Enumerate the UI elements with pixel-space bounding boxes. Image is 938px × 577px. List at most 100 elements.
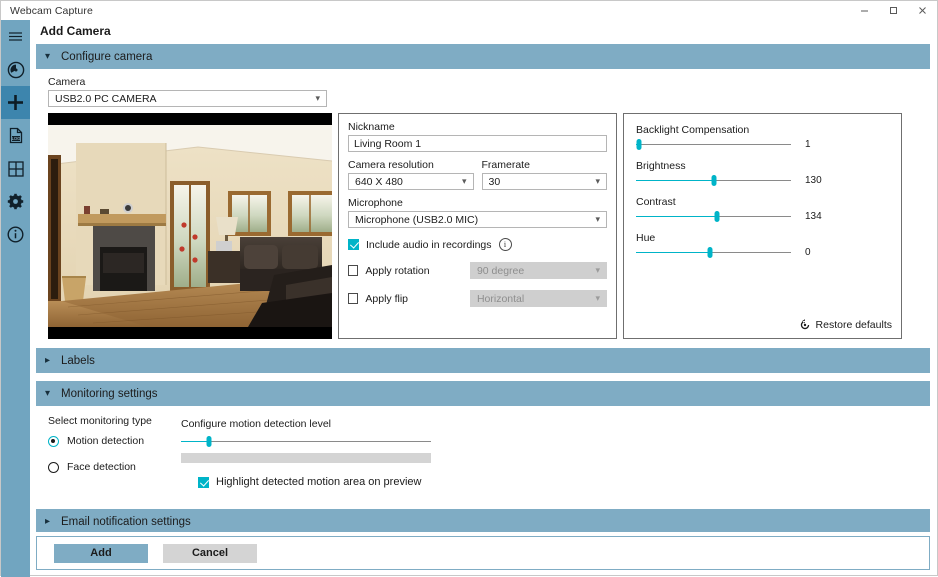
chevron-right-icon: ▸ — [45, 516, 61, 527]
include-audio-checkbox[interactable] — [348, 239, 359, 250]
sidebar-item-menu[interactable] — [1, 20, 30, 53]
face-detection-radio[interactable] — [48, 462, 59, 473]
framerate-label: Framerate — [482, 159, 608, 171]
restore-undo-icon — [799, 319, 816, 331]
camera-details-panel: Nickname Living Room 1 Camera resolution… — [338, 113, 617, 339]
slider-block: Brightness130 — [636, 160, 889, 186]
framerate-select[interactable]: 30 ▾ — [482, 173, 608, 190]
nickname-input[interactable]: Living Room 1 — [348, 135, 607, 152]
sidebar-item-grid[interactable] — [1, 152, 30, 185]
highlight-motion-row[interactable]: Highlight detected motion area on previe… — [198, 476, 431, 488]
resolution-label: Camera resolution — [348, 159, 474, 171]
apply-rotation-row: Apply rotation 90 degree ▾ — [348, 262, 607, 279]
window-controls — [850, 1, 937, 20]
monitoring-type-label: Select monitoring type — [48, 415, 168, 427]
main-area: Add Camera ▾ Configure camera Camera USB… — [30, 20, 937, 575]
slider-value: 1 — [805, 139, 811, 150]
motion-detection-row[interactable]: Motion detection — [48, 435, 168, 447]
slider-block: Contrast134 — [636, 196, 889, 222]
sidebar-item-logs[interactable]: LOG — [1, 119, 30, 152]
highlight-motion-checkbox[interactable] — [198, 477, 209, 488]
rotation-select: 90 degree ▾ — [470, 262, 607, 279]
slider-fill — [181, 441, 209, 442]
microphone-select[interactable]: Microphone (USB2.0 MIC) ▾ — [348, 211, 607, 228]
gear-settings-icon — [7, 193, 24, 210]
microphone-value: Microphone (USB2.0 MIC) — [355, 214, 595, 226]
slider-control[interactable] — [636, 211, 791, 222]
slider-thumb[interactable] — [711, 175, 716, 186]
motion-detection-radio[interactable] — [48, 436, 59, 447]
section-header-configure-camera[interactable]: ▾ Configure camera — [36, 44, 930, 69]
camera-label: Camera — [48, 76, 930, 88]
section-header-monitoring[interactable]: ▾ Monitoring settings — [36, 381, 930, 406]
slider-thumb[interactable] — [714, 211, 719, 222]
chevron-down-icon: ▾ — [595, 214, 602, 225]
add-button[interactable]: Add — [54, 544, 148, 563]
slider-row: 130 — [636, 175, 889, 186]
resolution-value: 640 X 480 — [355, 176, 462, 188]
slider-label: Hue — [636, 232, 889, 244]
section-header-email[interactable]: ▸ Email notification settings — [36, 509, 930, 532]
face-detection-row[interactable]: Face detection — [48, 461, 168, 473]
rotation-value: 90 degree — [477, 265, 596, 277]
motion-level-group: Configure motion detection level Highlig… — [168, 415, 431, 488]
apply-flip-checkbox[interactable] — [348, 293, 358, 304]
chevron-down-icon: ▾ — [595, 176, 602, 187]
chevron-down-icon: ▾ — [45, 388, 61, 399]
section-header-labels[interactable]: ▸ Labels — [36, 348, 930, 373]
page-title: Add Camera — [30, 20, 937, 41]
monitoring-type-group: Select monitoring type Motion detection … — [48, 415, 168, 488]
slider-value: 130 — [805, 175, 822, 186]
minimize-button[interactable] — [850, 1, 879, 20]
face-detection-label: Face detection — [67, 461, 136, 473]
dialog-footer: Add Cancel — [36, 536, 930, 570]
motion-level-slider[interactable] — [181, 436, 431, 447]
app-window: Webcam Capture — [0, 0, 938, 576]
sidebar-item-history[interactable] — [1, 53, 30, 86]
sidebar: LOG — [1, 20, 30, 577]
apply-rotation-checkbox[interactable] — [348, 265, 358, 276]
section-label-configure-camera: Configure camera — [61, 51, 152, 63]
apply-rotation-label: Apply rotation — [365, 265, 470, 277]
image-controls-panel: Backlight Compensation1 Brightness130 Cont… — [623, 113, 902, 339]
framerate-value: 30 — [489, 176, 596, 188]
slider-fill — [636, 180, 714, 181]
motion-level-meter — [181, 453, 431, 463]
slider-thumb[interactable] — [637, 139, 642, 150]
sidebar-item-info[interactable] — [1, 218, 30, 251]
resolution-framerate-row: Camera resolution 640 X 480 ▾ Framerate … — [348, 159, 607, 190]
maximize-button[interactable] — [879, 1, 908, 20]
slider-track — [636, 144, 791, 145]
restore-defaults-label: Restore defaults — [816, 319, 892, 331]
sidebar-item-settings[interactable] — [1, 185, 30, 218]
resolution-select[interactable]: 640 X 480 ▾ — [348, 173, 474, 190]
section-label-email: Email notification settings — [61, 516, 191, 528]
camera-select-group: Camera USB2.0 PC CAMERA ▾ — [48, 76, 930, 107]
slider-track — [181, 441, 431, 442]
slider-control[interactable] — [636, 247, 791, 258]
camera-select[interactable]: USB2.0 PC CAMERA ▾ — [48, 90, 327, 107]
slider-thumb[interactable] — [708, 247, 713, 258]
slider-fill — [636, 252, 710, 253]
slider-control[interactable] — [636, 139, 791, 150]
slider-thumb[interactable] — [206, 436, 211, 447]
cancel-button[interactable]: Cancel — [163, 544, 257, 563]
close-button[interactable] — [908, 1, 937, 20]
slider-control[interactable] — [636, 175, 791, 186]
settings-scroll-area[interactable]: ▾ Configure camera Camera USB2.0 PC CAME… — [30, 41, 937, 532]
flip-value: Horizontal — [477, 293, 596, 305]
image-sliders: Backlight Compensation1 Brightness130 Cont… — [636, 124, 889, 258]
info-icon[interactable]: i — [499, 238, 512, 251]
slider-row: 0 — [636, 247, 889, 258]
slider-block: Backlight Compensation1 — [636, 124, 889, 150]
sidebar-item-add[interactable] — [1, 86, 30, 119]
section-label-monitoring: Monitoring settings — [61, 388, 158, 400]
title-bar: Webcam Capture — [1, 1, 937, 21]
camera-preview[interactable] — [48, 113, 332, 339]
restore-defaults-button[interactable]: Restore defaults — [799, 319, 892, 331]
include-audio-row[interactable]: Include audio in recordings i — [348, 238, 607, 251]
motion-level-label: Configure motion detection level — [181, 418, 431, 430]
camera-select-value: USB2.0 PC CAMERA — [55, 93, 315, 105]
motion-detection-label: Motion detection — [67, 435, 144, 447]
resolution-group: Camera resolution 640 X 480 ▾ — [348, 159, 474, 190]
